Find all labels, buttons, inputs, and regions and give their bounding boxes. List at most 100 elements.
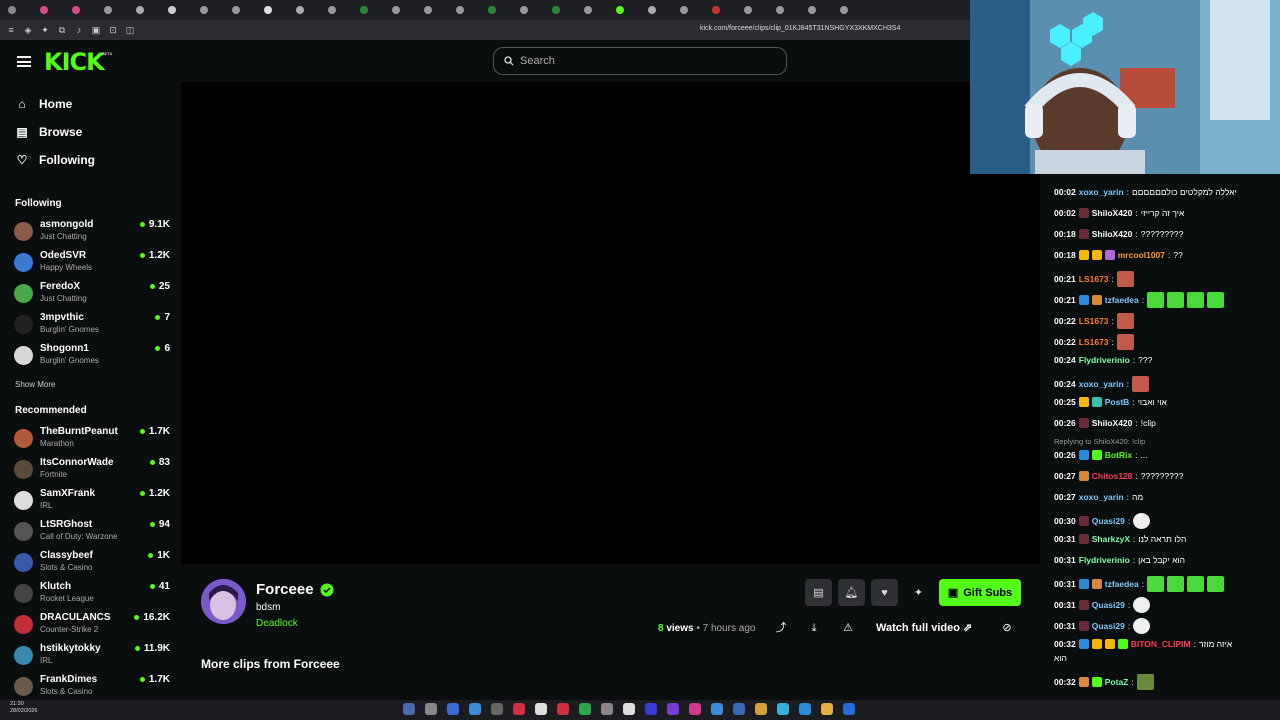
chat-username[interactable]: mrcool1007 (1118, 250, 1165, 260)
taskbar-app-icon[interactable] (403, 703, 415, 715)
nav-home[interactable]: ⌂ Home (15, 97, 72, 111)
browser-tab[interactable] (200, 3, 226, 17)
recommended-channel-item[interactable]: Klutch Rocket League 41 (14, 581, 170, 607)
taskbar-app-icon[interactable] (425, 703, 437, 715)
recommended-channel-item[interactable]: Classybeef Slots & Casino 1K (14, 550, 170, 576)
taskbar-app-icon[interactable] (777, 703, 789, 715)
chat-username[interactable]: Quasi29 (1092, 621, 1125, 631)
browser-tab[interactable] (520, 3, 546, 17)
download-icon[interactable]: ⤓ (807, 621, 821, 635)
sparkle-button[interactable]: ✦ (905, 579, 932, 606)
nav-following[interactable]: ♡ Following (15, 153, 95, 167)
browser-tab[interactable] (104, 3, 130, 17)
taskbar-app-icon[interactable] (447, 703, 459, 715)
chat-username[interactable]: Flydriverinio (1079, 555, 1130, 565)
browser-tab[interactable] (168, 3, 194, 17)
browser-tab[interactable] (744, 3, 770, 17)
chat-username[interactable]: PostB (1105, 397, 1130, 407)
chat-username[interactable]: tzfaedea (1105, 295, 1139, 305)
chat-username[interactable]: xoxo_yarin (1079, 492, 1124, 502)
recommended-channel-item[interactable]: LtSRGhost Call of Duty: Warzone 94 (14, 519, 170, 545)
browser-tab[interactable] (392, 3, 418, 17)
browser-tab[interactable] (712, 3, 738, 17)
gift-subs-button[interactable]: ▣ Gift Subs (939, 579, 1021, 606)
show-more-link[interactable]: Show More (15, 380, 55, 389)
taskbar-app-icon[interactable] (645, 703, 657, 715)
browser-tab[interactable] (616, 3, 642, 17)
video-player[interactable] (181, 82, 1040, 564)
sidebar-toggle-icon[interactable]: ≡ (6, 25, 16, 35)
browser-tab[interactable] (8, 3, 34, 17)
chat-username[interactable]: LS1673 (1079, 316, 1109, 326)
browser-tab[interactable] (264, 3, 290, 17)
clip-category[interactable]: Deadlock (256, 618, 298, 629)
taskbar-app-icon[interactable] (557, 703, 569, 715)
taskbar-app-icon[interactable] (491, 703, 503, 715)
taskbar-app-icon[interactable] (689, 703, 701, 715)
taskbar-app-icon[interactable] (711, 703, 723, 715)
shield-icon[interactable]: ◈ (23, 25, 33, 35)
browser-tab[interactable] (424, 3, 450, 17)
browser-tab[interactable] (360, 3, 386, 17)
taskbar-app-icon[interactable] (821, 703, 833, 715)
browser-tab[interactable] (40, 3, 66, 17)
browser-tab[interactable] (456, 3, 482, 17)
chat-username[interactable]: xoxo_yarin (1079, 379, 1124, 389)
chat-username[interactable]: Flydriverinio (1079, 355, 1130, 365)
chat-username[interactable]: Chitos128 (1092, 471, 1133, 481)
chat-username[interactable]: ShiloX420 (1092, 229, 1133, 239)
screenshot-icon[interactable]: ⊡ (108, 25, 118, 35)
taskbar-app-icon[interactable] (601, 703, 613, 715)
recommended-channel-item[interactable]: SamXFrank IRL 1.2K (14, 488, 170, 514)
bookmark-icon[interactable]: ⧉ (57, 25, 67, 35)
chat-username[interactable]: SharkzyX (1092, 534, 1130, 544)
chat-username[interactable]: LS1673 (1079, 274, 1109, 284)
music-icon[interactable]: ♪ (74, 25, 84, 35)
taskbar-app-icon[interactable] (733, 703, 745, 715)
following-channel-item[interactable]: FeredoX Just Chatting 25 (14, 281, 170, 307)
follow-button[interactable]: ♥ (871, 579, 898, 606)
chat-username[interactable]: Quasi29 (1092, 600, 1125, 610)
recommended-channel-item[interactable]: FrankDimes Slots & Casino 1.7K (14, 674, 170, 700)
chat-username[interactable]: BITON_CLIPIM (1131, 639, 1191, 649)
recommended-channel-item[interactable]: DRACULANCS Counter-Strike 2 16.2K (14, 612, 170, 638)
theater-mode-button[interactable]: ▤ (805, 579, 832, 606)
browser-tab[interactable] (840, 3, 866, 17)
browser-tab[interactable] (648, 3, 674, 17)
url-text[interactable]: kick.com/forceee/clips/clip_01KJ845T31NS… (700, 25, 900, 32)
menu-icon[interactable] (17, 56, 31, 67)
recommended-channel-item[interactable]: hstikkytokky IRL 11.9K (14, 643, 170, 669)
browser-tab[interactable] (232, 3, 258, 17)
camera-icon[interactable]: ◫ (125, 25, 135, 35)
notification-button[interactable]: 🔔︎ (838, 579, 865, 606)
following-channel-item[interactable]: Shogonn1 Burglin' Gnomes 6 (14, 343, 170, 369)
chat-username[interactable]: tzfaedea (1105, 579, 1139, 589)
browser-tab[interactable] (328, 3, 354, 17)
taskbar-app-icon[interactable] (623, 703, 635, 715)
taskbar-app-icon[interactable] (513, 703, 525, 715)
share-icon[interactable]: ⤴ (774, 621, 788, 635)
browser-tab[interactable] (136, 3, 162, 17)
channel-name[interactable]: Forceee (256, 581, 334, 598)
browser-tab[interactable] (296, 3, 322, 17)
search-input[interactable]: Search (493, 47, 787, 75)
kick-logo[interactable]: KICK (44, 48, 105, 76)
chat-username[interactable]: ShiloX420 (1092, 418, 1133, 428)
browser-tab[interactable] (552, 3, 578, 17)
following-channel-item[interactable]: asmongold Just Chatting 9.1K (14, 219, 170, 245)
window-icon[interactable]: ▣ (91, 25, 101, 35)
taskbar-app-icon[interactable] (469, 703, 481, 715)
taskbar-app-icon[interactable] (755, 703, 767, 715)
following-channel-item[interactable]: 3mpvthic Burglin' Gnomes 7 (14, 312, 170, 338)
browser-tab[interactable] (776, 3, 802, 17)
report-icon[interactable]: ⚠ (841, 621, 855, 635)
recommended-channel-item[interactable]: TheBurntPeanut Marathon 1.7K (14, 426, 170, 452)
recommended-channel-item[interactable]: ItsConnorWade Fortnite 83 (14, 457, 170, 483)
following-channel-item[interactable]: OdedSVR Happy Wheels 1.2K (14, 250, 170, 276)
browser-tab[interactable] (808, 3, 834, 17)
channel-avatar[interactable] (201, 579, 246, 624)
taskbar-app-icon[interactable] (843, 703, 855, 715)
browser-tab[interactable] (584, 3, 610, 17)
chat-username[interactable]: PotaZ (1105, 677, 1129, 687)
taskbar-app-icon[interactable] (535, 703, 547, 715)
